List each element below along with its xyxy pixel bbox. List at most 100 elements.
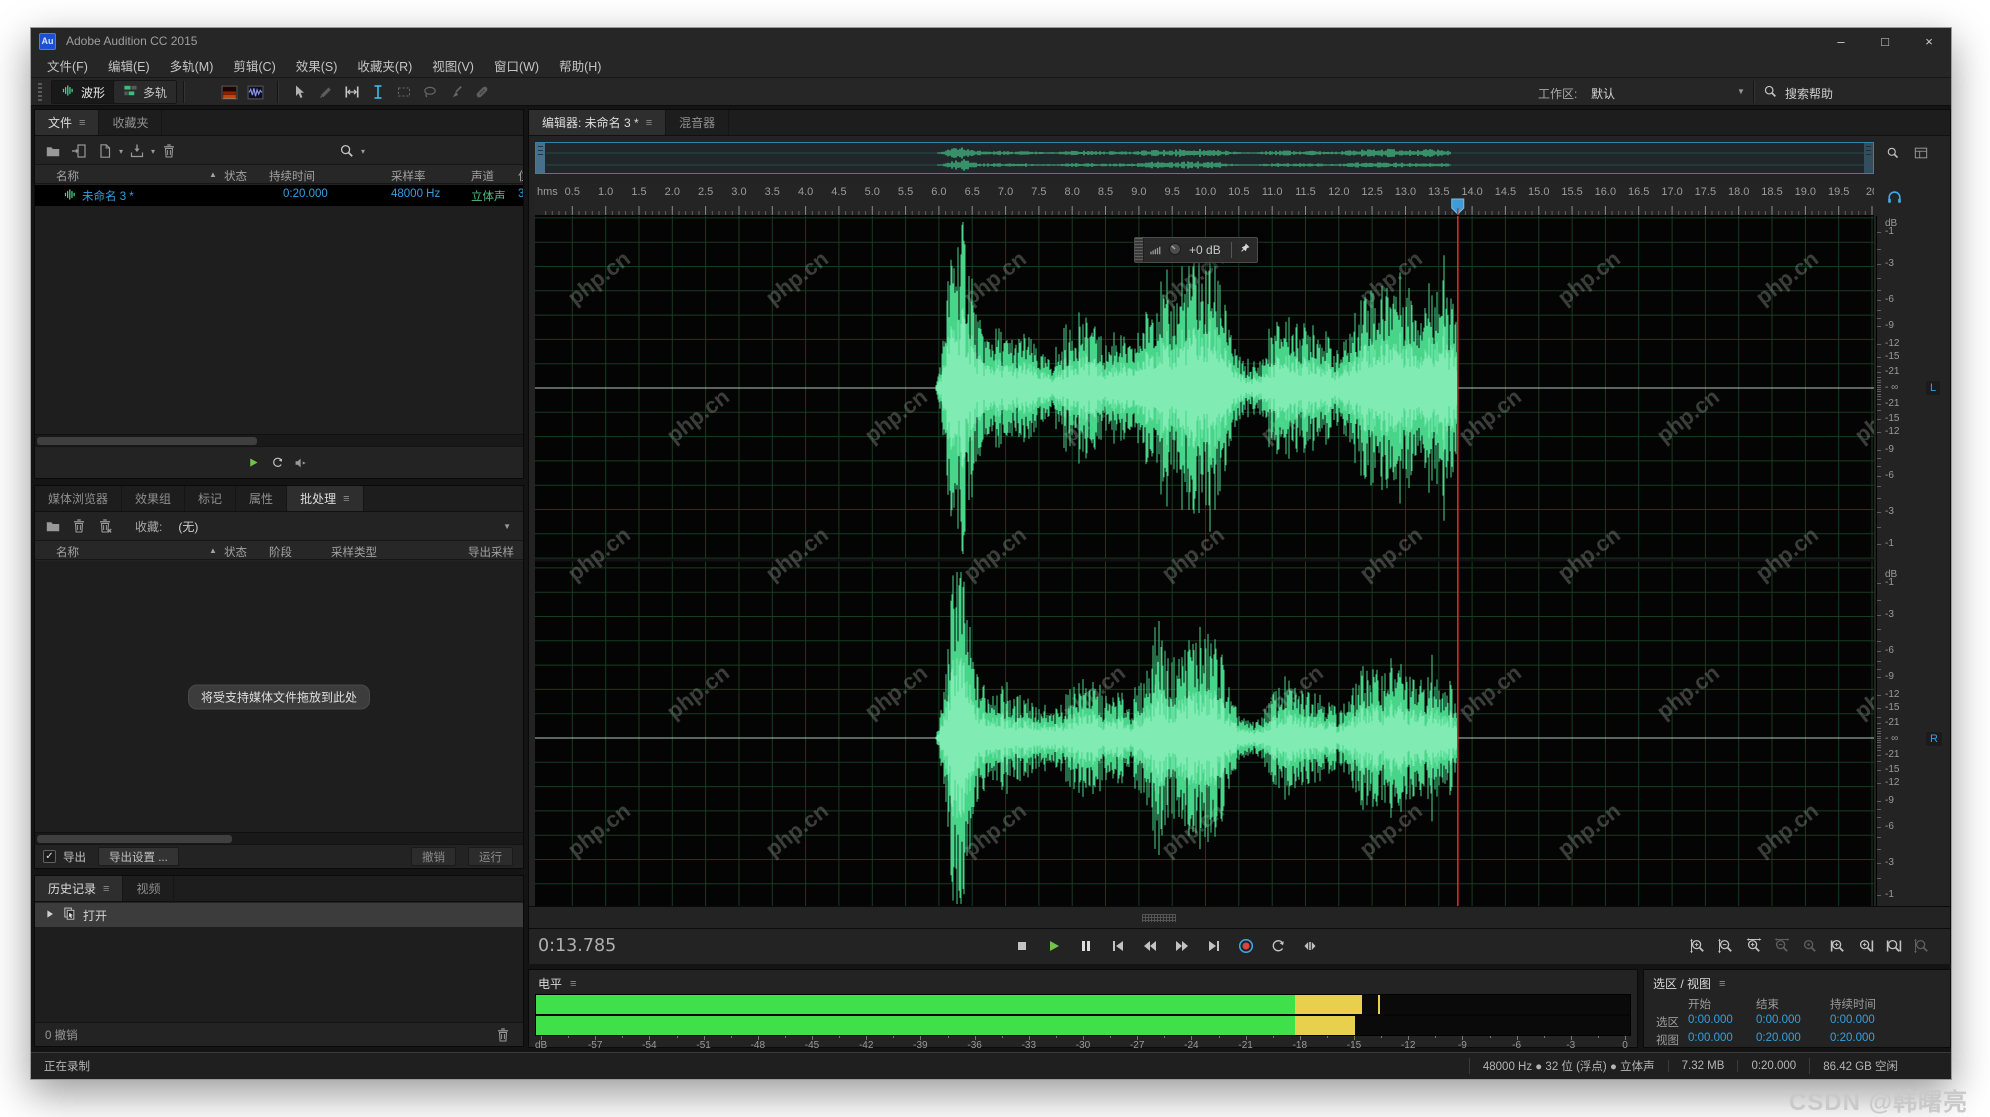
menu-收藏夹(R)[interactable]: 收藏夹(R) bbox=[347, 56, 422, 75]
panel-menu-icon[interactable]: ≡ bbox=[646, 117, 652, 129]
marquee-selection-tool[interactable] bbox=[391, 79, 417, 105]
new-file-dropdown-icon[interactable]: ▾ bbox=[119, 147, 123, 156]
column-2[interactable]: 阶段 bbox=[269, 544, 292, 560]
view-start[interactable]: 0:00.000 bbox=[1688, 1032, 1733, 1044]
export-checkbox[interactable]: ✓ bbox=[43, 850, 56, 863]
skip-to-end-button[interactable] bbox=[1201, 935, 1227, 957]
amplitude-ruler[interactable]: dB-1-1-3-3-6-6-9-9-12-12-15-15-21-21- ∞L… bbox=[1876, 216, 1950, 906]
tab-files[interactable]: 文件 ≡ bbox=[35, 110, 99, 135]
gain-value[interactable]: +0 dB bbox=[1189, 243, 1221, 257]
batch-hscrollbar[interactable] bbox=[35, 832, 523, 844]
playhead-time-display[interactable]: 0:13.785 bbox=[538, 936, 616, 956]
minimize-button[interactable]: – bbox=[1819, 28, 1863, 54]
time-selection-tool[interactable] bbox=[365, 79, 391, 105]
tab-media-browser[interactable]: 媒体浏览器 bbox=[35, 486, 122, 511]
tab-effects-rack[interactable]: 效果组 bbox=[122, 486, 185, 511]
multitrack-view-button[interactable]: 多轨 bbox=[113, 80, 177, 104]
open-file-icon[interactable] bbox=[41, 141, 65, 161]
column-1[interactable]: 状态 bbox=[224, 544, 247, 560]
panel-menu-icon[interactable]: ≡ bbox=[103, 883, 109, 895]
waveform-display[interactable]: php.cnphp.cnphp.cnphp.cnphp.cnphp.cnphp.… bbox=[535, 216, 1874, 906]
export-file-icon[interactable] bbox=[125, 141, 149, 161]
column-3[interactable]: 采样类型 bbox=[331, 544, 377, 560]
slip-tool[interactable] bbox=[339, 79, 365, 105]
clear-completed-icon[interactable] bbox=[93, 516, 117, 536]
file-row[interactable]: 未命名 3 * 0:20.000 48000 Hz 立体声 32 bbox=[35, 185, 523, 206]
waveform-view-button[interactable]: 波形 bbox=[51, 80, 115, 104]
sort-ascending-icon[interactable]: ▲ bbox=[209, 170, 217, 179]
rewind-button[interactable] bbox=[1137, 935, 1163, 957]
files-search-dropdown-icon[interactable]: ▾ bbox=[361, 147, 365, 156]
zoom-in-vertical-button[interactable] bbox=[1686, 935, 1710, 957]
pin-icon[interactable] bbox=[1238, 242, 1251, 258]
show-spectral-display-button[interactable] bbox=[217, 83, 241, 102]
channel-L-badge[interactable]: L bbox=[1926, 381, 1940, 395]
menu-效果(S)[interactable]: 效果(S) bbox=[286, 56, 348, 75]
view-duration[interactable]: 0:20.000 bbox=[1830, 1032, 1875, 1044]
panel-menu-icon[interactable]: ≡ bbox=[1719, 978, 1725, 990]
menu-编辑(E)[interactable]: 编辑(E) bbox=[98, 56, 160, 75]
history-item-open[interactable]: 打开 bbox=[35, 903, 523, 927]
zoom-in-horizontal-button[interactable] bbox=[1742, 935, 1766, 957]
tab-video[interactable]: 视频 bbox=[123, 876, 174, 901]
column-3[interactable]: 采样率 bbox=[391, 168, 426, 184]
tab-history[interactable]: 历史记录 ≡ bbox=[35, 876, 123, 901]
paintbrush-selection-tool[interactable] bbox=[443, 79, 469, 105]
files-hscrollbar[interactable] bbox=[35, 434, 523, 446]
zoom-selection-button[interactable] bbox=[1882, 935, 1906, 957]
tab-favorites[interactable]: 收藏夹 bbox=[99, 110, 162, 135]
files-column-headers[interactable]: 名称状态持续时间采样率声道位▲ bbox=[35, 164, 523, 184]
tab-editor[interactable]: 编辑器: 未命名 3 * ≡ bbox=[529, 110, 666, 135]
selection-start[interactable]: 0:00.000 bbox=[1688, 1014, 1733, 1026]
selection-end[interactable]: 0:00.000 bbox=[1756, 1014, 1801, 1026]
navigator-right-handle[interactable] bbox=[1864, 143, 1873, 173]
menu-帮助(H)[interactable]: 帮助(H) bbox=[549, 56, 611, 75]
channel-R-badge[interactable]: R bbox=[1926, 732, 1942, 746]
spot-healing-brush-tool[interactable] bbox=[469, 79, 495, 105]
preview-play-icon[interactable] bbox=[241, 453, 265, 473]
column-2[interactable]: 持续时间 bbox=[269, 168, 315, 184]
column-5[interactable]: 位 bbox=[518, 168, 523, 184]
maximize-button[interactable]: □ bbox=[1863, 28, 1907, 54]
menu-文件(F)[interactable]: 文件(F) bbox=[37, 56, 98, 75]
files-search-icon[interactable] bbox=[335, 141, 359, 161]
selection-duration[interactable]: 0:00.000 bbox=[1830, 1014, 1875, 1026]
zoom-reset-button[interactable] bbox=[1798, 935, 1822, 957]
open-folder-icon[interactable] bbox=[41, 516, 65, 536]
stop-button[interactable] bbox=[1009, 935, 1035, 957]
clear-history-icon[interactable] bbox=[491, 1025, 515, 1045]
batch-list[interactable]: 将受支持媒体文件拖放到此处 bbox=[35, 561, 523, 832]
undo-batch-button[interactable]: 撤销 bbox=[411, 847, 456, 866]
record-button[interactable] bbox=[1233, 935, 1259, 957]
column-4[interactable]: 导出采样 bbox=[468, 544, 514, 560]
gain-knob-icon[interactable] bbox=[1167, 241, 1183, 260]
column-1[interactable]: 状态 bbox=[224, 168, 247, 184]
search-icon[interactable] bbox=[1763, 84, 1778, 102]
overview-layout-icon[interactable] bbox=[1914, 146, 1928, 163]
level-meter[interactable] bbox=[535, 994, 1631, 1036]
zoom-out-horizontal-button[interactable] bbox=[1770, 935, 1794, 957]
panel-menu-icon[interactable]: ≡ bbox=[570, 978, 576, 990]
favorites-value[interactable]: (无) bbox=[178, 518, 198, 535]
menu-多轨(M)[interactable]: 多轨(M) bbox=[160, 56, 224, 75]
gain-hud[interactable]: +0 dB bbox=[1134, 237, 1258, 263]
headphone-monitor-icon[interactable] bbox=[1886, 188, 1903, 208]
menu-剪辑(C)[interactable]: 剪辑(C) bbox=[223, 56, 285, 75]
export-settings-button[interactable]: 导出设置 ... bbox=[98, 847, 179, 866]
panel-resize-handle[interactable] bbox=[1142, 914, 1176, 922]
tab-mixer[interactable]: 混音器 bbox=[666, 110, 729, 135]
files-hscroll-thumb[interactable] bbox=[37, 437, 257, 445]
zoom-out-point-button[interactable] bbox=[1854, 935, 1878, 957]
workspace-value[interactable]: 默认 bbox=[1591, 85, 1615, 102]
favorites-dropdown-icon[interactable]: ▼ bbox=[503, 522, 511, 531]
workspace-dropdown-icon[interactable]: ▼ bbox=[1737, 87, 1745, 96]
skip-selection-button[interactable] bbox=[1297, 935, 1323, 957]
navigator-left-handle[interactable] bbox=[536, 143, 545, 173]
zoom-out-vertical-button[interactable] bbox=[1714, 935, 1738, 957]
razor-tool[interactable] bbox=[313, 79, 339, 105]
move-tool[interactable] bbox=[287, 79, 313, 105]
panel-menu-icon[interactable]: ≡ bbox=[79, 117, 85, 129]
export-dropdown-icon[interactable]: ▾ bbox=[151, 147, 155, 156]
batch-column-headers[interactable]: 名称状态阶段采样类型导出采样▲ bbox=[35, 540, 523, 560]
import-file-icon[interactable] bbox=[67, 141, 91, 161]
